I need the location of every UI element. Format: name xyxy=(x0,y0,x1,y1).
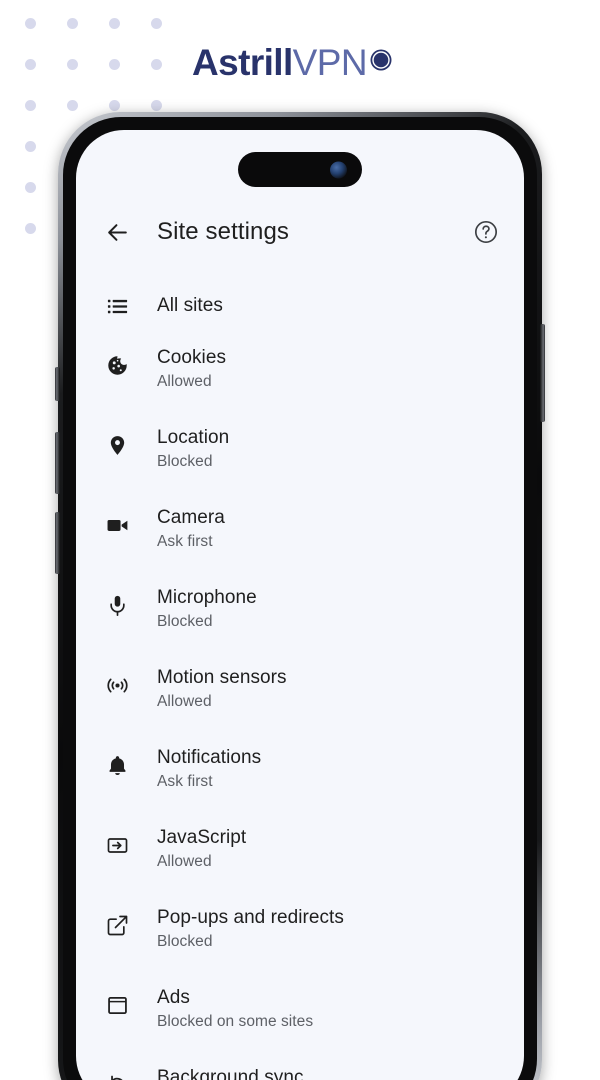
settings-row-status: Blocked xyxy=(157,613,213,630)
video-camera-icon xyxy=(100,508,134,542)
decorative-dot xyxy=(109,100,120,111)
settings-row-status: Ask first xyxy=(157,773,213,790)
decorative-dot xyxy=(109,59,120,70)
settings-row-label: Background sync xyxy=(157,1067,304,1080)
settings-row-location[interactable]: Location Blocked xyxy=(76,416,524,496)
phone-bezel: Site settings All sites Cookies Allowed … xyxy=(63,117,537,1080)
decorative-dot xyxy=(25,141,36,152)
decorative-dot xyxy=(67,100,78,111)
brand-name-primary: Astrill xyxy=(192,41,293,83)
decorative-dot xyxy=(25,223,36,234)
decorative-dot xyxy=(25,100,36,111)
decorative-dot xyxy=(25,182,36,193)
decorative-dot xyxy=(67,18,78,29)
phone-device-mockup: Site settings All sites Cookies Allowed … xyxy=(55,112,545,1080)
external-link-icon xyxy=(100,908,134,942)
settings-row-label: Ads xyxy=(157,987,190,1008)
settings-row-text: All sites xyxy=(157,293,223,319)
sync-icon xyxy=(100,1068,134,1080)
front-camera-lens xyxy=(330,161,347,178)
settings-row-status: Blocked xyxy=(157,933,213,950)
help-circle-icon xyxy=(473,219,499,245)
settings-row-label: JavaScript xyxy=(157,827,247,848)
window-icon xyxy=(100,988,134,1022)
settings-row-text: Camera Ask first xyxy=(157,496,225,553)
settings-row-status: Ask first xyxy=(157,533,213,550)
star-badge-icon xyxy=(370,49,392,71)
settings-row-notifications[interactable]: Notifications Ask first xyxy=(76,736,524,816)
javascript-icon xyxy=(100,828,134,862)
settings-row-cookies[interactable]: Cookies Allowed xyxy=(76,336,524,416)
mute-switch-button[interactable] xyxy=(55,367,60,401)
settings-row-text: Microphone Blocked xyxy=(157,576,257,633)
decorative-dot xyxy=(151,100,162,111)
help-button[interactable] xyxy=(470,216,502,248)
settings-row-label: Location xyxy=(157,427,230,448)
settings-row-motion-sensors[interactable]: Motion sensors Allowed xyxy=(76,656,524,736)
settings-row-status: Allowed xyxy=(157,693,212,710)
decorative-dot xyxy=(67,59,78,70)
settings-row-all-sites[interactable]: All sites xyxy=(76,276,524,336)
settings-row-status: Allowed xyxy=(157,373,212,390)
settings-row-text: Motion sensors Allowed xyxy=(157,656,287,713)
page-title: Site settings xyxy=(157,218,290,245)
settings-row-text: JavaScript Allowed xyxy=(157,816,246,873)
site-settings-screen: Site settings All sites Cookies Allowed … xyxy=(76,130,524,1080)
settings-row-text: Cookies Allowed xyxy=(157,336,226,393)
settings-row-label: Motion sensors xyxy=(157,667,287,688)
settings-row-label: All sites xyxy=(157,295,223,316)
settings-row-javascript[interactable]: JavaScript Allowed xyxy=(76,816,524,896)
settings-row-ads[interactable]: Ads Blocked on some sites xyxy=(76,976,524,1056)
settings-row-status: Blocked on some sites xyxy=(157,1013,314,1030)
settings-list: All sites Cookies Allowed Location Block… xyxy=(76,262,524,1080)
bell-icon xyxy=(100,748,134,782)
settings-row-label: Camera xyxy=(157,507,225,528)
settings-row-label: Microphone xyxy=(157,587,257,608)
settings-row-label: Pop-ups and redirects xyxy=(157,907,344,928)
list-icon xyxy=(100,289,134,323)
settings-row-text: Background sync Allowed xyxy=(157,1056,304,1080)
settings-row-status: Allowed xyxy=(157,853,212,870)
phone-screen: Site settings All sites Cookies Allowed … xyxy=(76,130,524,1080)
brand-name-secondary: VPN xyxy=(292,41,368,83)
dynamic-island xyxy=(238,152,362,187)
decorative-dot xyxy=(25,18,36,29)
power-button[interactable] xyxy=(540,324,545,422)
volume-down-button[interactable] xyxy=(55,512,60,574)
cookie-icon xyxy=(100,348,134,382)
settings-row-text: Notifications Ask first xyxy=(157,736,261,793)
settings-row-background-sync[interactable]: Background sync Allowed xyxy=(76,1056,524,1080)
back-button[interactable] xyxy=(100,215,134,249)
motion-sensor-icon xyxy=(100,668,134,702)
app-bar: Site settings xyxy=(76,202,524,262)
location-pin-icon xyxy=(100,428,134,462)
decorative-dot xyxy=(25,59,36,70)
decorative-dot xyxy=(151,59,162,70)
volume-up-button[interactable] xyxy=(55,432,60,494)
settings-row-popups-redirects[interactable]: Pop-ups and redirects Blocked xyxy=(76,896,524,976)
settings-row-text: Location Blocked xyxy=(157,416,229,473)
astrill-vpn-logo: Astrill VPN xyxy=(192,40,392,84)
settings-row-label: Cookies xyxy=(157,347,226,368)
microphone-icon xyxy=(100,588,134,622)
settings-row-microphone[interactable]: Microphone Blocked xyxy=(76,576,524,656)
back-arrow-icon xyxy=(105,220,130,245)
settings-row-text: Ads Blocked on some sites xyxy=(157,976,313,1033)
decorative-dot xyxy=(109,18,120,29)
decorative-dot xyxy=(151,18,162,29)
settings-row-label: Notifications xyxy=(157,747,262,768)
settings-row-camera[interactable]: Camera Ask first xyxy=(76,496,524,576)
settings-row-text: Pop-ups and redirects Blocked xyxy=(157,896,344,953)
settings-row-status: Blocked xyxy=(157,453,213,470)
